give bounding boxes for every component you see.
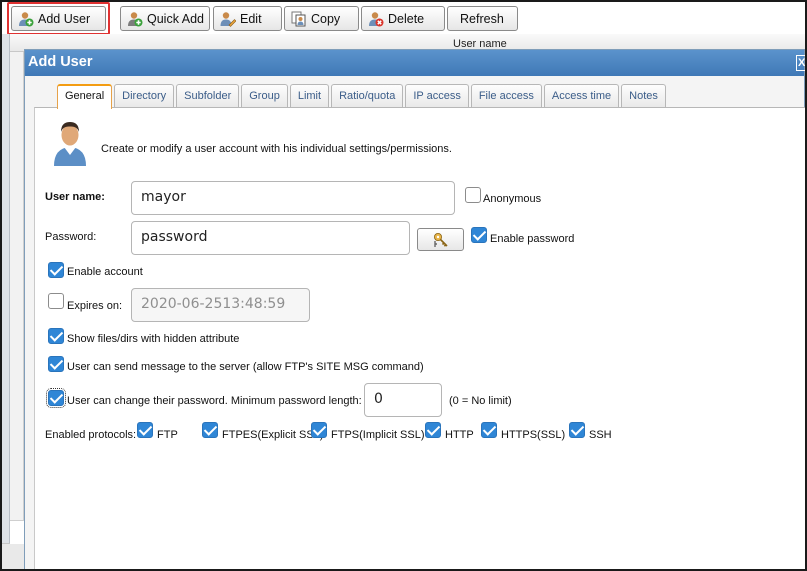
min-password-length-input[interactable]: 0 [364, 383, 442, 417]
expires-label: Expires on: [67, 300, 123, 312]
tab-notes[interactable]: Notes [621, 84, 666, 108]
expires-checkbox[interactable] [48, 293, 64, 309]
protocol-checkbox-ssh[interactable] [569, 422, 585, 438]
show-hidden-files-checkbox[interactable] [48, 328, 64, 344]
user-name-label: User name: [45, 191, 105, 203]
protocol-label: FTP [157, 429, 178, 441]
refresh-label: Refresh [460, 11, 504, 26]
toolbar: Add User Quick Add Edit Copy Delete Refr… [2, 2, 805, 34]
anonymous-checkbox[interactable] [465, 187, 481, 203]
protocol-checkbox-ftp[interactable] [137, 422, 153, 438]
delete-user-icon [368, 11, 384, 27]
background-grid-strip [10, 52, 24, 522]
protocol-label: HTTPS(SSL) [501, 429, 566, 441]
protocol-label: FTPS(Implicit SSL) [331, 429, 425, 441]
generate-password-button[interactable] [417, 228, 464, 251]
protocol-checkbox-ftpes-explicit-ssl-[interactable] [202, 422, 218, 438]
show-hidden-files-label: Show files/dirs with hidden attribute [67, 333, 240, 345]
tab-access-time[interactable]: Access time [543, 84, 620, 108]
change-password-label: User can change their password. Minimum … [67, 395, 362, 407]
enable-account-label: Enable account [67, 266, 143, 278]
edit-label: Edit [240, 11, 262, 26]
background-footer [2, 543, 26, 569]
dialog-title-bar[interactable]: Add User X [25, 50, 806, 76]
protocol-label: SSH [589, 429, 612, 441]
password-input[interactable]: password [131, 221, 410, 255]
user-name-input[interactable]: mayor [131, 181, 455, 215]
site-msg-label: User can send message to the server (all… [67, 361, 424, 373]
copy-user-icon [291, 11, 307, 27]
dialog-title: Add User [28, 54, 93, 70]
intro-text: Create or modify a user account with his… [101, 143, 452, 155]
anonymous-label: Anonymous [483, 193, 542, 205]
enable-password-checkbox[interactable] [471, 227, 487, 243]
key-icon [433, 232, 449, 251]
protocol-checkbox-ftps-implicit-ssl-[interactable] [311, 422, 327, 438]
general-tab-panel: Create or modify a user account with his… [34, 107, 806, 569]
enable-password-label: Enable password [490, 233, 575, 245]
tab-ip-access[interactable]: IP access [405, 84, 469, 108]
quick-add-button[interactable]: Quick Add [120, 6, 210, 31]
tab-limit[interactable]: Limit [289, 84, 330, 108]
background-grid-strip-bottom [10, 520, 24, 544]
protocol-checkbox-https-ssl-[interactable] [481, 422, 497, 438]
protocol-label: FTPES(Explicit SSL) [222, 429, 324, 441]
change-password-checkbox[interactable] [46, 388, 66, 408]
tab-subfolder[interactable]: Subfolder [176, 84, 240, 108]
copy-button[interactable]: Copy [284, 6, 359, 31]
add-user-highlight [7, 2, 110, 35]
tab-bar: General Directory Subfolder Group Limit Ratio… [57, 84, 668, 109]
refresh-button[interactable]: Refresh [447, 6, 518, 31]
protocol-checkbox-http[interactable] [425, 422, 441, 438]
background-sidebar [2, 34, 10, 544]
user-avatar-icon [50, 120, 90, 166]
dialog-body: General Directory Subfolder Group Limit Ratio… [25, 76, 806, 569]
tab-ratio-quota[interactable]: Ratio/quota [331, 84, 404, 108]
quick-add-label: Quick Add [147, 11, 204, 26]
quick-add-icon [127, 11, 143, 27]
add-user-dialog: Add User X General Directory Subfolder Grou… [24, 49, 806, 569]
delete-label: Delete [388, 11, 425, 26]
enable-account-checkbox[interactable] [48, 262, 64, 278]
copy-label: Copy [311, 11, 341, 26]
password-label: Password: [45, 231, 97, 243]
edit-button[interactable]: Edit [213, 6, 282, 31]
tab-directory[interactable]: Directory [114, 84, 175, 108]
protocol-label: HTTP [445, 429, 474, 441]
tab-general[interactable]: General [57, 84, 113, 109]
close-icon[interactable]: X [796, 55, 806, 71]
site-msg-checkbox[interactable] [48, 356, 64, 372]
delete-button[interactable]: Delete [361, 6, 445, 31]
expires-date-input[interactable]: 2020-06-2513:48:59 [131, 288, 310, 322]
enabled-protocols-label: Enabled protocols: [45, 429, 137, 441]
tab-group[interactable]: Group [241, 84, 288, 108]
edit-user-icon [220, 11, 237, 27]
no-limit-note: (0 = No limit) [449, 395, 512, 407]
tab-file-access[interactable]: File access [470, 84, 542, 108]
